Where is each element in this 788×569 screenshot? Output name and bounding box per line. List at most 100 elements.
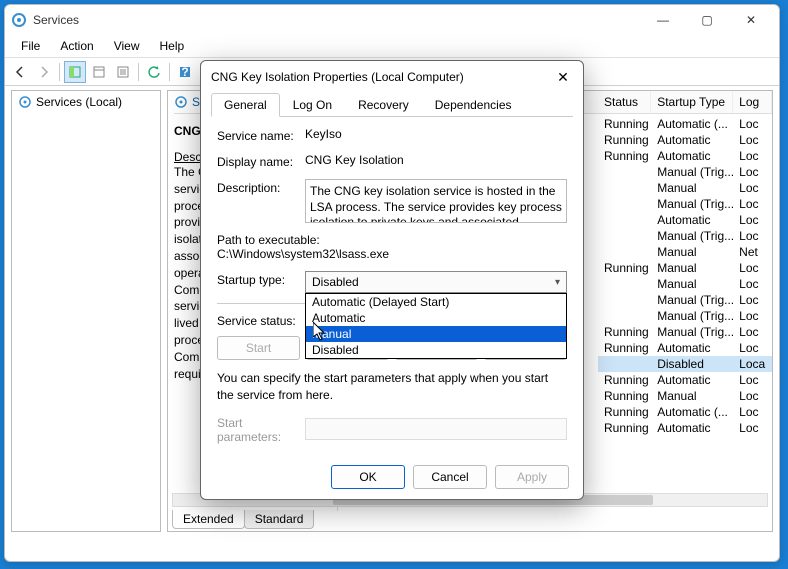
cell-status — [598, 292, 651, 308]
tab-standard[interactable]: Standard — [244, 510, 315, 529]
cell-logon: Loc — [733, 132, 772, 148]
services-detail-icon — [174, 95, 188, 109]
tab-logon[interactable]: Log On — [280, 93, 345, 117]
cell-status — [598, 212, 651, 228]
menu-help[interactable]: Help — [152, 37, 193, 55]
show-hide-button[interactable] — [64, 61, 86, 83]
cell-status — [598, 196, 651, 212]
svg-text:?: ? — [181, 65, 188, 79]
cell-startup: Automatic — [651, 212, 733, 228]
cell-startup: Manual — [651, 180, 733, 196]
cell-logon: Loc — [733, 180, 772, 196]
cell-logon: Loc — [733, 292, 772, 308]
service-name-label: Service name: — [217, 127, 305, 143]
dialog-title: CNG Key Isolation Properties (Local Comp… — [211, 70, 553, 84]
cell-startup: Manual (Trig... — [651, 308, 733, 324]
tree-pane: Services (Local) — [11, 90, 161, 532]
menu-view[interactable]: View — [106, 37, 148, 55]
cell-startup: Manual — [651, 260, 733, 276]
cell-status — [598, 164, 651, 180]
cell-status — [598, 244, 651, 260]
cell-logon: Loc — [733, 276, 772, 292]
properties-dialog: CNG Key Isolation Properties (Local Comp… — [200, 60, 584, 500]
cell-status: Running — [598, 324, 651, 340]
service-status-label: Service status: — [217, 312, 305, 328]
close-button[interactable]: ✕ — [729, 6, 773, 34]
cell-status: Running — [598, 148, 651, 164]
cell-startup: Automatic — [651, 340, 733, 356]
startup-type-select[interactable]: Disabled ▾ — [305, 271, 567, 293]
cell-logon: Loc — [733, 404, 772, 420]
minimize-button[interactable]: — — [641, 6, 685, 34]
cell-logon: Loc — [733, 372, 772, 388]
cell-status — [598, 228, 651, 244]
ok-button[interactable]: OK — [331, 465, 405, 489]
maximize-button[interactable]: ▢ — [685, 6, 729, 34]
startup-option[interactable]: Disabled — [306, 342, 566, 358]
tab-extended[interactable]: Extended — [172, 510, 245, 529]
menu-file[interactable]: File — [13, 37, 48, 55]
cell-startup: Manual — [651, 276, 733, 292]
cell-status — [598, 308, 651, 324]
help-button[interactable]: ? — [174, 61, 196, 83]
dialog-tabs: General Log On Recovery Dependencies — [211, 93, 573, 117]
cell-startup: Automatic (... — [651, 116, 733, 132]
cell-status: Running — [598, 132, 651, 148]
col-status[interactable]: Status — [598, 91, 651, 113]
cell-startup: Automatic — [651, 148, 733, 164]
apply-button[interactable]: Apply — [495, 465, 569, 489]
cell-startup: Automatic (... — [651, 404, 733, 420]
cell-startup: Manual — [651, 244, 733, 260]
tree-root-item[interactable]: Services (Local) — [12, 91, 160, 113]
service-name-value: KeyIso — [305, 127, 567, 141]
chevron-down-icon: ▾ — [555, 277, 560, 288]
cell-startup: Manual (Trig... — [651, 164, 733, 180]
cell-logon: Net — [733, 244, 772, 260]
cell-logon: Loc — [733, 164, 772, 180]
description-label: Description: — [217, 179, 305, 195]
path-value: C:\Windows\system32\lsass.exe — [217, 247, 567, 261]
cell-logon: Loc — [733, 324, 772, 340]
cell-status: Running — [598, 404, 651, 420]
params-note: You can specify the start parameters tha… — [217, 370, 567, 404]
path-label: Path to executable: — [217, 233, 567, 247]
properties-button[interactable] — [88, 61, 110, 83]
startup-option[interactable]: Manual — [306, 326, 566, 342]
cell-logon: Loc — [733, 148, 772, 164]
refresh-button[interactable] — [143, 61, 165, 83]
cell-status: Running — [598, 420, 651, 436]
col-startup[interactable]: Startup Type — [651, 91, 733, 113]
cell-status — [598, 276, 651, 292]
startup-option[interactable]: Automatic (Delayed Start) — [306, 294, 566, 310]
tree-root-label: Services (Local) — [36, 95, 122, 109]
cell-logon: Loc — [733, 308, 772, 324]
tab-dependencies[interactable]: Dependencies — [422, 93, 525, 117]
cell-startup: Automatic — [651, 420, 733, 436]
startup-dropdown[interactable]: Automatic (Delayed Start)AutomaticManual… — [305, 293, 567, 359]
startup-selected-value: Disabled — [312, 275, 359, 289]
titlebar: Services — ▢ ✕ — [5, 5, 779, 35]
col-logon[interactable]: Log — [733, 91, 772, 113]
cell-startup: Manual (Trig... — [651, 228, 733, 244]
tab-general[interactable]: General — [211, 93, 280, 117]
export-button[interactable] — [112, 61, 134, 83]
cell-status: Running — [598, 340, 651, 356]
startup-option[interactable]: Automatic — [306, 310, 566, 326]
cell-status: Running — [598, 260, 651, 276]
tab-recovery[interactable]: Recovery — [345, 93, 422, 117]
cancel-button[interactable]: Cancel — [413, 465, 487, 489]
cell-logon: Loc — [733, 196, 772, 212]
cell-logon: Loc — [733, 260, 772, 276]
start-button[interactable]: Start — [217, 336, 300, 360]
cell-startup: Automatic — [651, 132, 733, 148]
description-box[interactable]: The CNG key isolation service is hosted … — [305, 179, 567, 223]
cell-logon: Loc — [733, 340, 772, 356]
menu-action[interactable]: Action — [52, 37, 101, 55]
start-params-input — [305, 418, 567, 440]
cell-logon: Loca — [733, 356, 772, 372]
cell-status: Running — [598, 116, 651, 132]
forward-button[interactable] — [33, 61, 55, 83]
back-button[interactable] — [9, 61, 31, 83]
menubar: File Action View Help — [5, 35, 779, 58]
dialog-close-button[interactable]: ✕ — [553, 67, 573, 87]
